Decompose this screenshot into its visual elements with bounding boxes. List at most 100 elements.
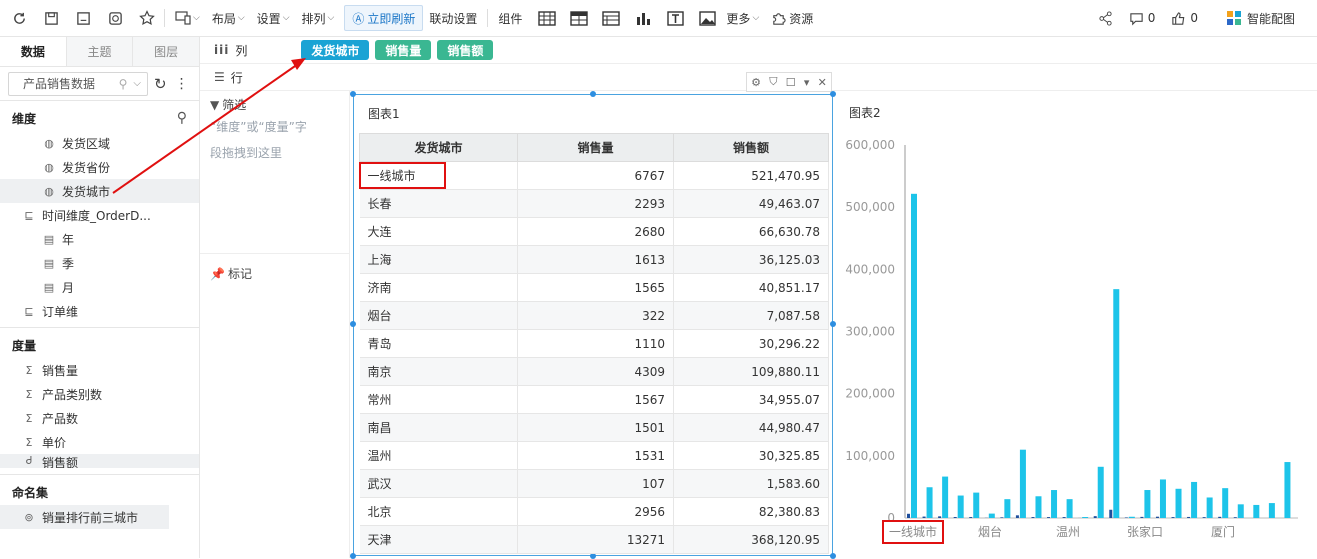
save-icon[interactable] [38, 5, 64, 31]
filter-icon[interactable]: ⛉ [769, 75, 777, 89]
bar-chart-component-icon[interactable] [630, 5, 656, 31]
tab-data[interactable]: 数据 [0, 37, 67, 66]
city-cell[interactable]: 上海 [360, 246, 518, 274]
table-row[interactable]: 武汉1071,583.60 [360, 470, 829, 498]
sales-amount-cell[interactable]: 368,120.95 [674, 526, 829, 554]
table-row[interactable]: 上海161336,125.03 [360, 246, 829, 274]
table-row[interactable]: 北京295682,380.83 [360, 498, 829, 526]
sales-qty-cell[interactable]: 4309 [518, 358, 674, 386]
city-cell[interactable]: 长春 [360, 190, 518, 218]
table-row[interactable]: 天津13271368,120.95 [360, 526, 829, 554]
sales-qty-cell[interactable]: 2680 [518, 218, 674, 246]
sales-qty-cell[interactable]: 1565 [518, 274, 674, 302]
tab-layers[interactable]: 图层 [133, 37, 199, 66]
field-year[interactable]: ▤年 [0, 227, 199, 251]
pill-sales-qty[interactable]: 销售量 [375, 40, 431, 60]
sales-qty-cell[interactable]: 2293 [518, 190, 674, 218]
sales-amount-cell[interactable]: 30,296.22 [674, 330, 829, 358]
column-header[interactable]: 销售量 [518, 134, 674, 162]
city-cell[interactable]: 南昌 [360, 414, 518, 442]
table-row[interactable]: 青岛111030,296.22 [360, 330, 829, 358]
sales-qty-cell[interactable]: 107 [518, 470, 674, 498]
device-menu[interactable]: ⌵ [169, 5, 206, 31]
sales-amount-cell[interactable]: 66,630.78 [674, 218, 829, 246]
more-vertical-icon[interactable]: ⋮ [175, 76, 189, 92]
sales-amount-cell[interactable]: 109,880.11 [674, 358, 829, 386]
sales-amount-cell[interactable]: 49,463.07 [674, 190, 829, 218]
sales-qty-cell[interactable]: 1531 [518, 442, 674, 470]
city-cell[interactable]: 济南 [360, 274, 518, 302]
table-row[interactable]: 长春229349,463.07 [360, 190, 829, 218]
sales-qty-cell[interactable]: 322 [518, 302, 674, 330]
refresh-circle-icon[interactable] [6, 5, 32, 31]
image-component-icon[interactable] [694, 5, 720, 31]
sales-qty-cell[interactable]: 1613 [518, 246, 674, 274]
sales-amount-cell[interactable]: 30,325.85 [674, 442, 829, 470]
table-component-icon[interactable] [534, 5, 560, 31]
sales-qty-cell[interactable]: 6767 [518, 162, 674, 190]
table-row[interactable]: 烟台3227,087.58 [360, 302, 829, 330]
pill-sales-amount[interactable]: 销售额 [437, 40, 493, 60]
time-dimension[interactable]: ⊑时间维度_OrderD... [0, 203, 199, 227]
field-unit-price[interactable]: Σ单价 [0, 430, 199, 454]
table-row[interactable]: 常州156734,955.07 [360, 386, 829, 414]
preview-icon[interactable] [102, 5, 128, 31]
sales-amount-cell[interactable]: 40,851.17 [674, 274, 829, 302]
city-cell[interactable]: 青岛 [360, 330, 518, 358]
table-row[interactable]: 温州153130,325.85 [360, 442, 829, 470]
settings-gear-icon[interactable]: ⚙ [751, 76, 761, 89]
city-cell[interactable]: 常州 [360, 386, 518, 414]
sales-amount-cell[interactable]: 34,955.07 [674, 386, 829, 414]
share-button[interactable] [1090, 5, 1121, 31]
order-dimension[interactable]: ⊑订单维 [0, 299, 199, 323]
field-category-count[interactable]: Σ产品类别数 [0, 382, 199, 406]
save-as-icon[interactable] [70, 5, 96, 31]
city-cell[interactable]: 北京 [360, 498, 518, 526]
sales-amount-cell[interactable]: 44,980.47 [674, 414, 829, 442]
sales-amount-cell[interactable]: 7,087.58 [674, 302, 829, 330]
close-icon[interactable]: ✕ [818, 76, 827, 89]
tab-theme[interactable]: 主题 [67, 37, 134, 66]
pill-ship-city[interactable]: 发货城市 [301, 40, 369, 60]
favorite-star-icon[interactable] [134, 5, 160, 31]
table-row[interactable]: 济南156540,851.17 [360, 274, 829, 302]
refresh-icon[interactable]: ↻ [154, 75, 167, 93]
linkage-settings-button[interactable]: 联动设置 [423, 5, 483, 31]
search-icon[interactable]: ⚲ [177, 110, 187, 126]
dropdown-icon[interactable]: ▾ [804, 76, 810, 89]
sales-amount-cell[interactable]: 82,380.83 [674, 498, 829, 526]
field-ship-province[interactable]: ◍发货省份 [0, 155, 199, 179]
sales-qty-cell[interactable]: 2956 [518, 498, 674, 526]
resize-handle[interactable] [350, 321, 356, 327]
city-cell[interactable]: 南京 [360, 358, 518, 386]
field-quarter[interactable]: ▤季 [0, 251, 199, 275]
smart-chart-button[interactable]: 智能配图 [1218, 5, 1303, 31]
resize-handle[interactable] [830, 553, 836, 559]
refresh-now-button[interactable]: Ⓐ立即刷新 [344, 5, 423, 31]
resize-handle[interactable] [350, 553, 356, 559]
grouptable-component-icon[interactable] [598, 5, 624, 31]
sales-amount-cell[interactable]: 521,470.95 [674, 162, 829, 190]
maximize-icon[interactable]: ☐ [786, 76, 796, 89]
resources-button[interactable]: 资源 [765, 5, 819, 31]
city-cell[interactable]: 烟台 [360, 302, 518, 330]
crosstab-component-icon[interactable] [566, 5, 592, 31]
sales-qty-cell[interactable]: 1110 [518, 330, 674, 358]
layout-menu[interactable]: 布局⌵ [206, 5, 251, 31]
field-sales-amount[interactable]: Ꮷ销售额 [0, 454, 199, 468]
column-header[interactable]: 销售额 [674, 134, 829, 162]
filter-drop-zone[interactable]: “维度”或“度量”字 段拖拽到这里 [200, 114, 349, 254]
sales-amount-cell[interactable]: 1,583.60 [674, 470, 829, 498]
settings-menu[interactable]: 设置⌵ [251, 5, 296, 31]
like-button[interactable]: 0 [1163, 5, 1206, 31]
column-header[interactable]: 发货城市 [360, 134, 518, 162]
dataset-select[interactable]: 产品销售数据 ⚲ ⌵ [8, 72, 148, 96]
city-cell[interactable]: 温州 [360, 442, 518, 470]
sales-qty-cell[interactable]: 1567 [518, 386, 674, 414]
comments-button[interactable]: 0 [1121, 5, 1164, 31]
field-sales-qty[interactable]: Σ销售量 [0, 358, 199, 382]
field-month[interactable]: ▤月 [0, 275, 199, 299]
table-row[interactable]: 大连268066,630.78 [360, 218, 829, 246]
chart-widget[interactable]: 图表2 600,000500,000400,000300,000200,0001… [838, 94, 1317, 556]
resize-handle[interactable] [830, 321, 836, 327]
